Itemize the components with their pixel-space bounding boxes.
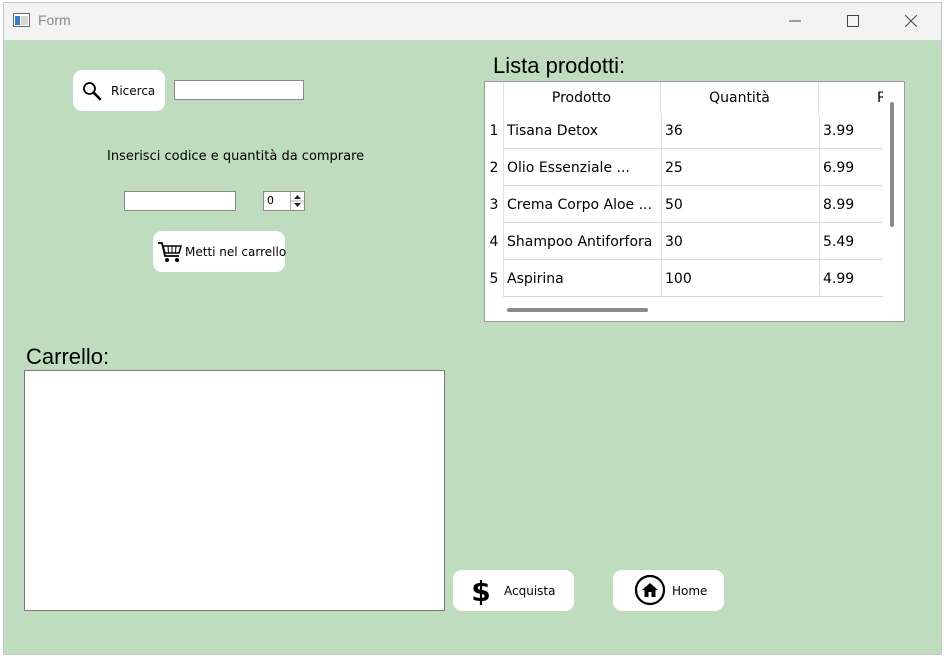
close-icon <box>905 15 917 27</box>
app-window: Form Ricerca Inserisci codice e quantità… <box>3 2 942 655</box>
table-cell-qty[interactable]: 36 <box>665 123 815 139</box>
search-icon <box>83 82 102 101</box>
purchase-instruction: Inserisci codice e quantità da comprare <box>107 149 365 164</box>
buy-button-label: Acquista <box>504 584 556 598</box>
app-icon <box>13 13 30 27</box>
search-button[interactable]: Ricerca <box>73 70 165 111</box>
form-content: Ricerca Inserisci codice e quantità da c… <box>4 40 941 654</box>
products-table[interactable]: Prodotto Quantità P 1 Tisana Detox 36 3.… <box>484 81 905 322</box>
add-to-cart-label: Metti nel carrello <box>185 245 287 259</box>
maximize-button[interactable] <box>830 3 876 40</box>
add-to-cart-button[interactable]: Metti nel carrello <box>153 231 287 272</box>
table-cell-price[interactable]: 6.99 <box>823 160 883 176</box>
table-cell-price[interactable]: 8.99 <box>823 197 883 213</box>
row-number: 4 <box>489 234 499 250</box>
row-number: 1 <box>489 123 499 139</box>
window-title: Form <box>38 12 71 28</box>
table-cell-price[interactable]: 4.99 <box>823 271 883 287</box>
home-button[interactable]: Home <box>613 570 724 611</box>
buy-button[interactable]: $ Acquista <box>453 570 574 611</box>
cart-icon <box>158 242 182 262</box>
title-bar: Form <box>4 3 941 40</box>
row-number: 3 <box>489 197 499 213</box>
table-cell-name[interactable]: Tisana Detox <box>507 123 659 139</box>
home-button-label: Home <box>672 584 708 598</box>
svg-text:$: $ <box>471 575 490 607</box>
quantity-value: 0 <box>267 194 274 207</box>
table-cell-name[interactable]: Aspirina <box>507 271 659 287</box>
updown-arrow-icon <box>291 195 304 207</box>
column-header-quantita[interactable]: Quantità <box>661 82 819 114</box>
product-code-input[interactable] <box>124 191 236 211</box>
search-input[interactable] <box>174 80 304 100</box>
horizontal-scrollbar[interactable] <box>485 297 904 321</box>
table-cell-name[interactable]: Olio Essenziale ... <box>507 160 659 176</box>
row-number: 5 <box>489 271 499 287</box>
vertical-scrollbar[interactable] <box>883 82 904 297</box>
table-cell-price[interactable]: 5.49 <box>823 234 883 250</box>
quantity-arrows[interactable] <box>290 192 304 210</box>
horizontal-scrollbar-thumb[interactable] <box>507 308 648 312</box>
row-number: 2 <box>489 160 499 176</box>
table-cell-qty[interactable]: 25 <box>665 160 815 176</box>
column-header-prodotto[interactable]: Prodotto <box>503 82 661 114</box>
vertical-scrollbar-thumb[interactable] <box>890 102 894 227</box>
cart-title: Carrello: <box>26 344 110 369</box>
cart-list[interactable] <box>24 370 445 611</box>
dollar-icon: $ <box>471 575 490 607</box>
table-cell-qty[interactable]: 50 <box>665 197 815 213</box>
close-button[interactable] <box>888 3 934 40</box>
minimize-icon <box>789 20 801 22</box>
quantity-spinbox[interactable]: 0 <box>263 191 305 211</box>
products-title: Lista prodotti: <box>493 53 626 78</box>
table-cell-price[interactable]: 3.99 <box>823 123 883 139</box>
table-cell-name[interactable]: Shampoo Antiforfora <box>507 234 659 250</box>
table-cell-qty[interactable]: 30 <box>665 234 815 250</box>
search-button-label: Ricerca <box>111 84 156 98</box>
table-cell-name[interactable]: Crema Corpo Aloe ... <box>507 197 659 213</box>
minimize-button[interactable] <box>772 3 818 40</box>
home-icon <box>634 574 666 606</box>
table-cell-qty[interactable]: 100 <box>665 271 815 287</box>
maximize-icon <box>847 15 859 27</box>
